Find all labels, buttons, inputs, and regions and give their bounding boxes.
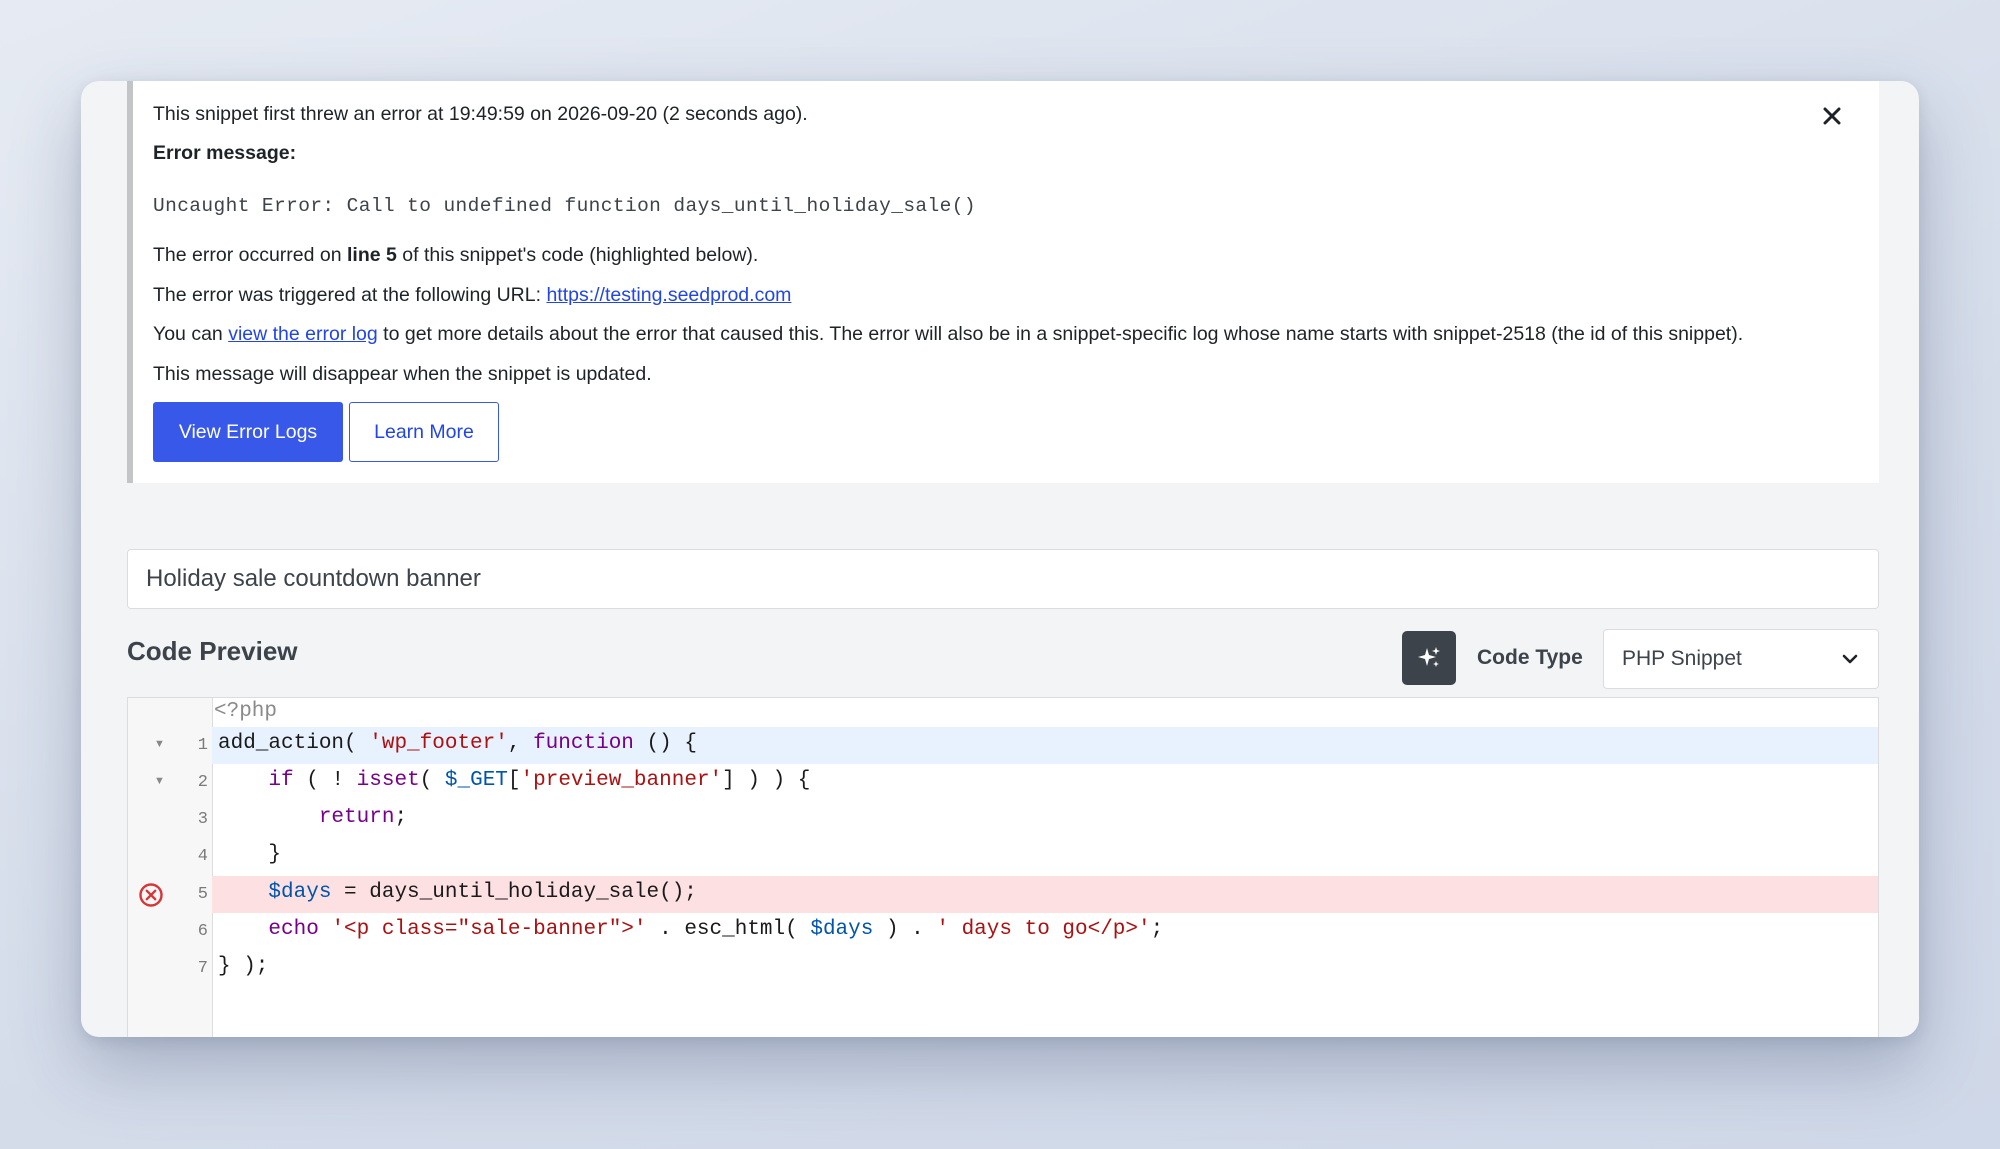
- error-url-link[interactable]: https://testing.seedprod.com: [546, 284, 791, 306]
- code-text: if ( ! isset( $_GET['preview_banner'] ) …: [268, 769, 811, 792]
- line-number: 5: [197, 885, 208, 904]
- code-text: } );: [218, 955, 269, 978]
- code-text: add_action( 'wp_footer', function () {: [218, 732, 697, 755]
- code-type-value: PHP Snippet: [1622, 647, 1742, 670]
- code-type-label: Code Type: [1477, 646, 1583, 669]
- line-number: 3: [197, 810, 208, 829]
- code-line-6: 6 echo '<p class="sale-banner">' . esc_h…: [128, 913, 1878, 950]
- code-text: $days = days_until_holiday_sale();: [268, 881, 697, 904]
- code-type-select[interactable]: PHP Snippet: [1603, 629, 1879, 689]
- code-preview-title: Code Preview: [127, 636, 298, 666]
- fold-toggle-icon[interactable]: ▼: [154, 775, 165, 787]
- line-number: 4: [197, 847, 208, 866]
- code-line-4: 4 }: [128, 838, 1878, 875]
- line-number: 1: [197, 736, 208, 755]
- error-message-code: Uncaught Error: Call to undefined functi…: [153, 195, 976, 217]
- learn-more-button[interactable]: Learn More: [349, 402, 499, 462]
- snippet-editor-window: This snippet first threw an error at 19:…: [81, 81, 1919, 1037]
- error-message-label: Error message:: [153, 142, 297, 164]
- error-url-text: The error was triggered at the following…: [153, 284, 792, 306]
- sparkles-icon: [1418, 647, 1440, 667]
- fold-toggle-icon[interactable]: ▼: [154, 738, 165, 750]
- first-error-text: This snippet first threw an error at 19:…: [153, 103, 808, 125]
- view-error-logs-button[interactable]: View Error Logs: [153, 402, 343, 462]
- code-line-5-error: 5 $days = days_until_holiday_sale();: [128, 876, 1878, 913]
- code-text: return;: [318, 806, 408, 829]
- code-editor[interactable]: <?php ▼ 1 add_action( 'wp_footer', funct…: [127, 697, 1879, 1037]
- error-icon: [139, 883, 163, 907]
- code-text: }: [218, 843, 282, 866]
- code-line-2: ▼ 2 if ( ! isset( $_GET['preview_banner'…: [128, 764, 1878, 801]
- code-line-3: 3 return;: [128, 801, 1878, 838]
- code-line-7: 7 } );: [128, 950, 1878, 987]
- close-icon[interactable]: [1817, 101, 1847, 131]
- disappear-text: This message will disappear when the sni…: [153, 363, 652, 385]
- snippet-title-input[interactable]: [127, 549, 1879, 609]
- view-error-log-link[interactable]: view the error log: [228, 323, 378, 345]
- error-notice: This snippet first threw an error at 19:…: [127, 81, 1879, 483]
- code-text: echo '<p class="sale-banner">' . esc_htm…: [268, 918, 1164, 941]
- line-number: 7: [197, 959, 208, 978]
- error-log-text: You can view the error log to get more d…: [153, 323, 1744, 345]
- code-line-1: ▼ 1 add_action( 'wp_footer', function ()…: [128, 727, 1878, 764]
- error-line-text: The error occurred on line 5 of this sni…: [153, 244, 759, 266]
- ai-generate-button[interactable]: [1402, 631, 1456, 685]
- line-number: 6: [197, 922, 208, 941]
- php-open-tag: <?php: [214, 700, 278, 723]
- chevron-down-icon: [1842, 654, 1858, 664]
- error-line-number: line 5: [347, 244, 397, 266]
- line-number: 2: [197, 773, 208, 792]
